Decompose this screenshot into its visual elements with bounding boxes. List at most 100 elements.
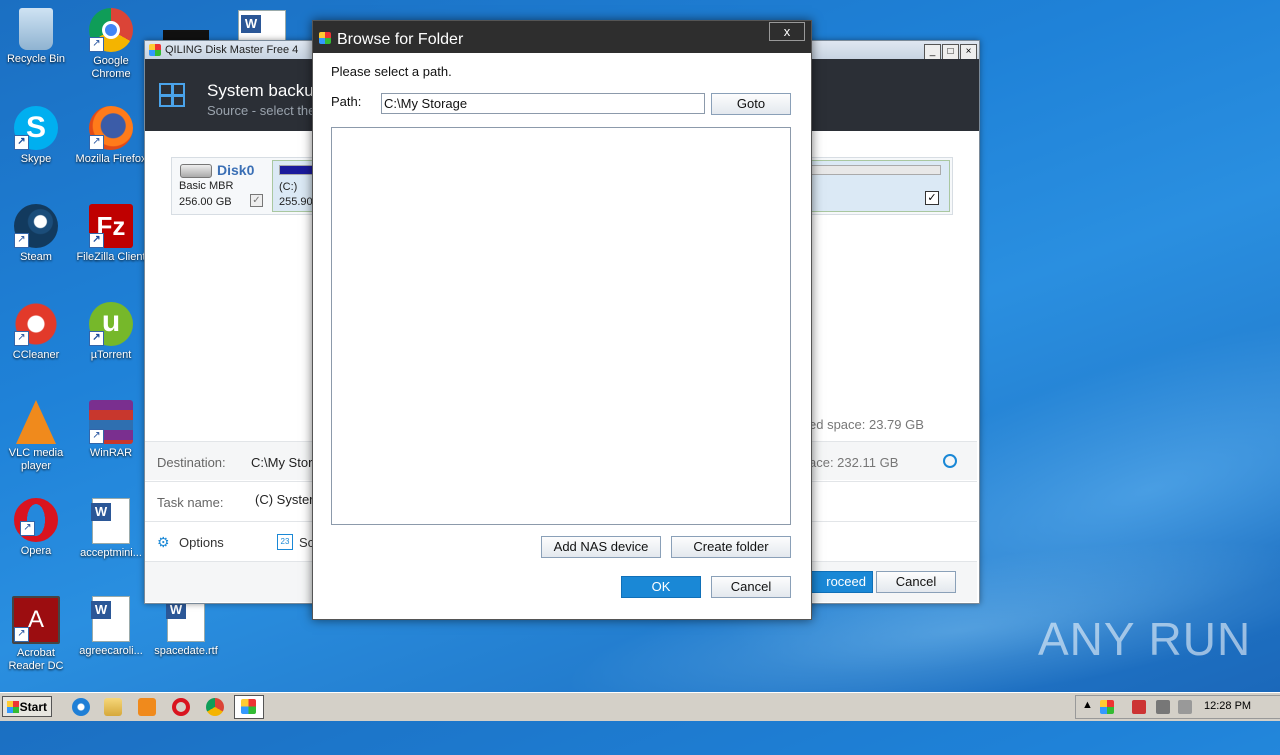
window-title: QILING Disk Master Free 4 — [165, 44, 299, 56]
anyrun-watermark: ANY RUN — [1038, 613, 1252, 665]
system-tray: ▲ 12:28 PM — [1075, 695, 1280, 719]
qiling-app-icon — [241, 699, 256, 714]
goto-button[interactable]: Goto — [711, 93, 791, 115]
options-link[interactable]: Options — [179, 535, 224, 550]
chrome-taskbar-icon[interactable] — [206, 698, 224, 716]
start-button[interactable]: Start — [2, 696, 52, 717]
task-name-value: (C) Syster — [255, 492, 314, 507]
back-cancel-button[interactable]: Cancel — [876, 571, 956, 593]
ie-taskbar-icon[interactable] — [72, 698, 90, 716]
desktop-icon-vlc[interactable]: VLC media player — [0, 400, 72, 473]
start-label: Start — [19, 700, 47, 714]
desktop-icon-utorrent[interactable]: u ↗ µTorrent — [75, 302, 147, 362]
word-document-icon: W — [91, 596, 130, 642]
dialog-title-bar[interactable]: Browse for Folder x — [313, 21, 811, 53]
used-space-text: ed space: 23.79 GB — [809, 417, 924, 432]
desktop-icon-label: VLC media player — [8, 447, 64, 472]
disk-type: Basic MBR — [179, 180, 234, 192]
desktop-icon-label: Acrobat Reader DC — [8, 647, 64, 672]
app-logo-icon — [149, 44, 161, 56]
winrar-icon: ↗ — [89, 400, 133, 444]
disk-size: 256.00 GB — [179, 196, 232, 208]
chrome-icon: ↗ — [89, 8, 133, 52]
desktop-icon-firefox[interactable]: ↗ Mozilla Firefox — [75, 106, 147, 166]
minimize-button[interactable]: _ — [924, 44, 941, 60]
disk-checkbox[interactable]: ✓ — [250, 194, 263, 207]
path-input[interactable] — [381, 93, 705, 114]
acrobat-icon: A ↗ — [12, 596, 60, 644]
folder-tree[interactable] — [331, 127, 791, 525]
dialog-close-button[interactable]: x — [769, 22, 805, 41]
media-player-taskbar-icon[interactable] — [138, 698, 156, 716]
desktop-icon-label: µTorrent — [90, 349, 132, 361]
network-icon[interactable] — [1156, 700, 1170, 714]
word-document-icon[interactable]: W — [238, 10, 286, 42]
recycle-bin-icon — [19, 8, 53, 50]
desktop-icon-spacedate[interactable]: W spacedate.rtf — [150, 596, 222, 658]
desktop-icon-filezilla[interactable]: Fz ↗ FileZilla Client — [75, 204, 147, 264]
skype-icon: S ↗ — [14, 106, 58, 150]
create-folder-button[interactable]: Create folder — [671, 536, 791, 558]
desktop-icon-label: Mozilla Firefox — [75, 153, 147, 165]
desktop-icon-partial-black[interactable] — [163, 30, 209, 40]
opera-taskbar-icon[interactable] — [172, 698, 190, 716]
desktop-icon-skype[interactable]: S ↗ Skype — [0, 106, 72, 166]
qiling-taskbar-button[interactable] — [234, 695, 264, 719]
calendar-icon: 23 — [277, 534, 293, 550]
desktop-icon-label: Google Chrome — [91, 55, 131, 80]
desktop-icon-ccleaner[interactable]: ↗ CCleaner — [0, 302, 72, 362]
header-subtitle: Source - select the — [207, 103, 316, 118]
free-space-text: ace: 232.11 GB — [809, 455, 899, 470]
utorrent-icon: u ↗ — [89, 302, 133, 346]
dialog-cancel-button[interactable]: Cancel — [711, 576, 791, 598]
qiling-tray-icon[interactable] — [1100, 700, 1114, 714]
maximize-button[interactable]: □ — [942, 44, 959, 60]
ccleaner-icon: ↗ — [14, 302, 58, 346]
action-center-flag-icon[interactable] — [1132, 700, 1146, 714]
destination-label: Destination: — [157, 455, 226, 470]
desktop-icon-label: CCleaner — [12, 349, 60, 361]
vlc-cone-icon — [16, 400, 56, 444]
desktop-icon-label: Skype — [20, 153, 52, 165]
desktop-icon-label: Steam — [20, 251, 52, 263]
steam-icon: ↗ — [14, 204, 58, 248]
desktop-icon-steam[interactable]: ↗ Steam — [0, 204, 72, 264]
partition-checkbox[interactable]: ✓ — [925, 191, 939, 205]
desktop-icon-winrar[interactable]: ↗ WinRAR — [75, 400, 147, 460]
add-nas-device-button[interactable]: Add NAS device — [541, 536, 661, 558]
desktop-icon-label: Opera — [20, 545, 52, 557]
desktop-icon-agreecaroli[interactable]: W agreecaroli... — [75, 596, 147, 658]
desktop-icon-label: Recycle Bin — [6, 53, 66, 65]
desktop-icon-acrobat[interactable]: A ↗ Acrobat Reader DC — [0, 596, 72, 673]
app-logo-icon — [319, 32, 331, 44]
desktop-icon-label: agreecaroli... — [79, 645, 143, 657]
opera-icon: ↗ — [14, 498, 58, 542]
ok-button[interactable]: OK — [621, 576, 701, 598]
taskbar: Start ▲ 12:28 PM — [0, 692, 1280, 721]
clock[interactable]: 12:28 PM — [1204, 700, 1251, 712]
close-button[interactable]: × — [960, 44, 977, 60]
desktop-icon-label: WinRAR — [89, 447, 133, 459]
filezilla-icon: Fz ↗ — [89, 204, 133, 248]
path-label: Path: — [331, 94, 362, 109]
destination-value: C:\My Stor — [251, 455, 313, 470]
desktop-icon-recycle-bin[interactable]: Recycle Bin — [0, 8, 72, 66]
word-document-icon: W — [91, 498, 130, 544]
partition-size: 255.90 — [279, 196, 313, 208]
browse-destination-icon[interactable] — [943, 454, 957, 468]
windows-flag-icon — [7, 701, 19, 713]
desktop-icon-label: spacedate.rtf — [154, 645, 218, 657]
windows-logo-icon — [159, 83, 185, 107]
dialog-prompt: Please select a path. — [331, 64, 452, 79]
task-name-label: Task name: — [157, 495, 224, 510]
speaker-icon[interactable] — [1178, 700, 1192, 714]
gear-icon: ⚙ — [157, 534, 170, 550]
disk-name: Disk0 — [217, 162, 255, 178]
tray-expand-icon[interactable]: ▲ — [1082, 699, 1093, 711]
browse-for-folder-dialog[interactable]: Browse for Folder x Please select a path… — [312, 20, 812, 620]
desktop-icon-chrome[interactable]: ↗ Google Chrome — [75, 8, 147, 81]
desktop-icon-acceptmini[interactable]: W acceptmini... — [75, 498, 147, 560]
firefox-icon: ↗ — [89, 106, 133, 150]
desktop-icon-opera[interactable]: ↗ Opera — [0, 498, 72, 558]
explorer-taskbar-icon[interactable] — [104, 698, 122, 716]
